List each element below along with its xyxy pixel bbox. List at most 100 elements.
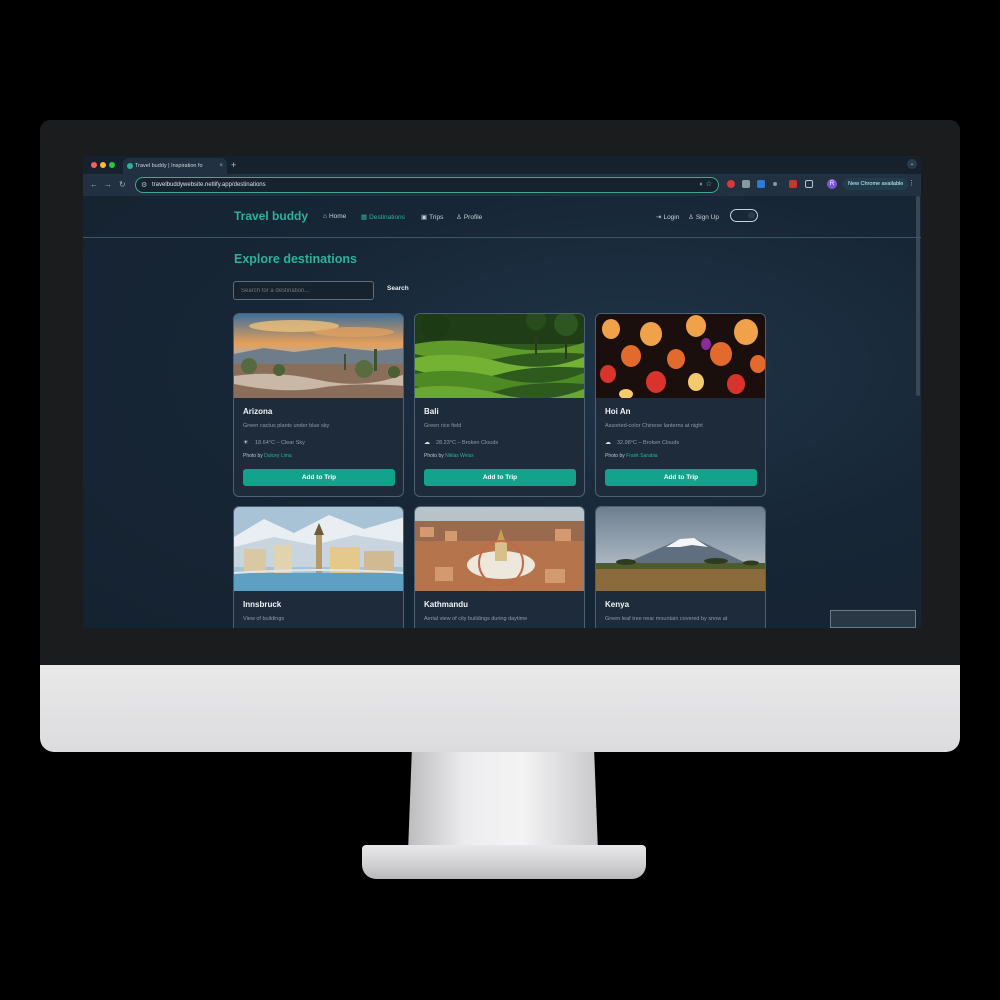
arizona-photo: [234, 314, 403, 398]
tab-search-icon[interactable]: ⌄: [907, 159, 917, 169]
card-description: Green cactus plants under blue sky: [243, 423, 330, 429]
destination-card: Bali Green rice field ☁ 28.23°C – Broken …: [414, 313, 585, 497]
add-to-trip-button[interactable]: Add to Trip: [424, 469, 576, 486]
new-tab-button[interactable]: +: [231, 158, 236, 172]
tab-title: Travel buddy | Inspiration fo: [135, 163, 203, 169]
extension-icon[interactable]: [742, 180, 750, 188]
extensions-puzzle-icon[interactable]: [805, 180, 813, 188]
nav-label: Home: [328, 213, 347, 220]
login-link[interactable]: ⇥ Login: [656, 213, 679, 221]
nav-label: Trips: [429, 214, 444, 221]
monitor-chin: [40, 665, 960, 752]
card-weather: ☁ 28.23°C – Broken Clouds: [424, 439, 498, 446]
user-plus-icon: ♙: [688, 214, 694, 221]
photo-credit: Photo by Dulcey Lima: [243, 453, 292, 459]
url-text: travelbuddywebsite.netlify.app/destinati…: [152, 182, 266, 188]
credit-prefix: Photo by: [424, 453, 446, 459]
add-to-trip-button[interactable]: Add to Trip: [605, 469, 757, 486]
hoi-an-photo: [596, 314, 765, 398]
credit-prefix: Photo by: [605, 453, 627, 459]
photo-credit: Photo by Frank Sarabia: [605, 453, 658, 459]
theme-toggle[interactable]: [730, 209, 758, 222]
site-info-icon[interactable]: ⚙: [141, 181, 147, 189]
user-icon: ♙: [456, 214, 462, 221]
update-chrome-button[interactable]: New Chrome available: [843, 178, 909, 190]
destination-card: Kenya Green leaf tree near mountain cove…: [595, 506, 766, 628]
destination-card: Arizona Green cactus plants under blue s…: [233, 313, 404, 497]
weather-text: 28.23°C – Broken Clouds: [436, 440, 499, 446]
card-title: Bali: [424, 407, 439, 416]
photographer-link[interactable]: Niklas Weiss: [445, 453, 474, 459]
close-tab-icon[interactable]: ×: [219, 158, 223, 174]
nav-home[interactable]: ⌂ Home: [323, 213, 346, 220]
map-icon: ▦: [361, 214, 368, 221]
login-icon: ⇥: [656, 214, 662, 221]
add-to-trip-button[interactable]: Add to Trip: [243, 469, 395, 486]
card-title: Kenya: [605, 600, 630, 609]
card-weather: ☁ 32.98°C – Broken Clouds: [605, 439, 679, 446]
nav-trips[interactable]: ▣ Trips: [421, 213, 443, 221]
address-bar[interactable]: ⚙ travelbuddywebsite.netlify.app/destina…: [135, 177, 719, 193]
home-icon: ⌂: [323, 213, 327, 220]
kenya-photo: [596, 507, 765, 591]
nav-label: Profile: [463, 214, 483, 221]
photographer-link[interactable]: Frank Sarabia: [626, 453, 657, 459]
cloud-icon: ☁: [605, 440, 611, 446]
card-title: Kathmandu: [424, 600, 468, 609]
screen: Travel buddy | Inspiration fo × + ⌄ ← → …: [83, 156, 921, 628]
close-window-button[interactable]: [91, 162, 97, 168]
forward-icon[interactable]: →: [104, 179, 112, 191]
bookmark-star-icon[interactable]: ◐ ☆: [700, 178, 712, 192]
maximize-window-button[interactable]: [109, 162, 115, 168]
credit-prefix: Photo by: [243, 453, 265, 459]
card-weather: ☀ 18.64°C – Clear Sky: [243, 439, 305, 446]
sun-icon: ☀: [243, 440, 249, 446]
card-title: Arizona: [243, 407, 273, 416]
site-logo[interactable]: Travel buddy: [234, 209, 308, 223]
card-title: Hoi An: [605, 407, 631, 416]
monitor-stand-neck: [408, 752, 598, 852]
profile-avatar[interactable]: R: [827, 179, 837, 189]
photographer-link[interactable]: Dulcey Lima: [264, 453, 292, 459]
monitor-stand-base: [362, 845, 646, 879]
card-description: Assorted-color Chinese lanterns at night: [605, 423, 703, 429]
search-button[interactable]: Search: [387, 285, 409, 292]
card-description: View of buildings: [243, 616, 285, 622]
signup-link[interactable]: ♙ Sign Up: [688, 213, 719, 221]
kathmandu-photo: [415, 507, 584, 591]
innsbruck-photo: [234, 507, 403, 591]
toggle-knob: [748, 212, 755, 219]
suitcase-icon: ▣: [421, 214, 428, 221]
card-description: Green leaf tree near mountain covered by…: [605, 616, 728, 622]
more-menu-icon[interactable]: ⋮: [908, 179, 915, 187]
favicon-icon: [127, 163, 133, 169]
nav-label: Sign Up: [695, 214, 719, 221]
nav-destinations[interactable]: ▦ Destinations: [361, 213, 405, 221]
destination-card: Hoi An Assorted-color Chinese lanterns a…: [595, 313, 766, 497]
reload-icon[interactable]: ↻: [119, 179, 126, 191]
extension-icon[interactable]: [789, 180, 797, 188]
page-title: Explore destinations: [234, 252, 357, 266]
weather-text: 32.98°C – Broken Clouds: [617, 440, 680, 446]
card-title: Innsbruck: [243, 600, 282, 609]
browser-toolbar: ← → ↻ ⚙ travelbuddywebsite.netlify.app/d…: [83, 174, 921, 196]
card-description: Green rice field: [424, 423, 462, 429]
site-header: Travel buddy ⌂ Home ▦ Destinations ▣ Trips …: [83, 196, 921, 238]
back-icon[interactable]: ←: [90, 179, 98, 191]
browser-tab[interactable]: Travel buddy | Inspiration fo ×: [123, 158, 227, 174]
minimize-window-button[interactable]: [100, 162, 106, 168]
browser-tab-strip: Travel buddy | Inspiration fo × + ⌄: [83, 156, 921, 174]
destination-card: Kathmandu Aerial view of city buildings …: [414, 506, 585, 628]
search-input[interactable]: [233, 281, 374, 300]
nav-label: Destinations: [369, 214, 405, 221]
nav-label: Login: [663, 214, 680, 221]
card-description: Aerial view of city buildings during day…: [424, 616, 528, 622]
extension-icon[interactable]: [757, 180, 765, 188]
extension-icon[interactable]: [773, 182, 777, 186]
photo-credit: Photo by Niklas Weiss: [424, 453, 474, 459]
nav-profile[interactable]: ♙ Profile: [456, 213, 482, 221]
cloud-icon: ☁: [424, 440, 430, 446]
web-page: Travel buddy ⌂ Home ▦ Destinations ▣ Trips …: [83, 196, 921, 628]
extension-icon[interactable]: [727, 180, 735, 188]
picture-in-picture-preview[interactable]: [830, 610, 916, 628]
